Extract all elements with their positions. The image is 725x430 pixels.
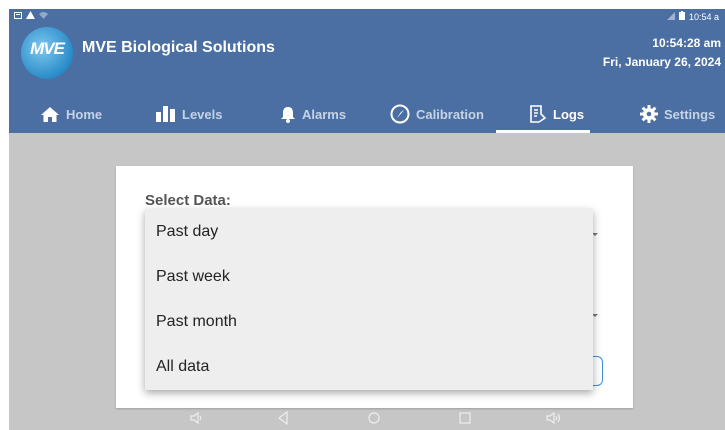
logs-icon [529,105,547,123]
app-header: MVE MVE Biological Solutions 10:54:28 am… [9,25,725,133]
tab-settings[interactable]: Settings [640,95,715,133]
logo-text: MVE [30,39,65,58]
volume-up-icon[interactable] [545,411,563,425]
active-tab-indicator [496,130,590,133]
battery-icon [678,11,685,22]
status-time: 10:54 a [688,11,719,22]
tab-label: Calibration [416,106,484,122]
tab-label: Settings [664,106,716,122]
option-past-week[interactable]: Past week [145,254,593,299]
back-icon[interactable] [277,411,289,425]
select-data-label: Select Data: [145,192,231,209]
tab-calibration[interactable]: Calibration [390,95,484,133]
clock-date: Fri, January 26, 2024 [602,55,721,69]
notification-icon [14,11,22,21]
home-circle-icon[interactable] [367,411,381,425]
gear-icon [640,105,658,123]
system-nav-bar [9,408,725,430]
tab-label: Home [66,106,103,122]
tab-levels[interactable]: Levels [156,95,222,133]
device-screen: 10:54 a MVE MVE Biological Solutions 10:… [9,9,725,430]
tab-label: Logs [553,106,585,122]
tab-label: Alarms [302,106,347,122]
clock: 10:54:28 am Fri, January 26, 2024 [603,34,721,72]
bell-icon [280,106,296,123]
status-bar: 10:54 a [9,9,725,25]
clock-time: 10:54:28 am [652,36,721,50]
select-data-dropdown-menu: Past day Past week Past month All data [145,209,593,390]
option-past-day[interactable]: Past day [145,209,593,254]
warning-icon [26,11,35,21]
tab-logs[interactable]: Logs [529,95,584,133]
app-title: MVE Biological Solutions [82,39,275,56]
bar-chart-icon [156,106,176,122]
option-all-data[interactable]: All data [145,344,593,389]
tab-label: Levels [182,106,223,122]
home-icon [40,106,60,123]
signal-icon [666,11,675,22]
compass-icon [390,104,410,124]
option-past-month[interactable]: Past month [145,299,593,344]
recents-icon[interactable] [458,411,472,425]
tab-home[interactable]: Home [40,95,102,133]
nav-bar: Home Levels Alarms Calibration Logs Sett… [9,95,725,133]
volume-down-icon[interactable] [189,411,203,425]
tab-alarms[interactable]: Alarms [280,95,346,133]
mve-logo: MVE [21,27,73,79]
wifi-icon [39,11,48,21]
